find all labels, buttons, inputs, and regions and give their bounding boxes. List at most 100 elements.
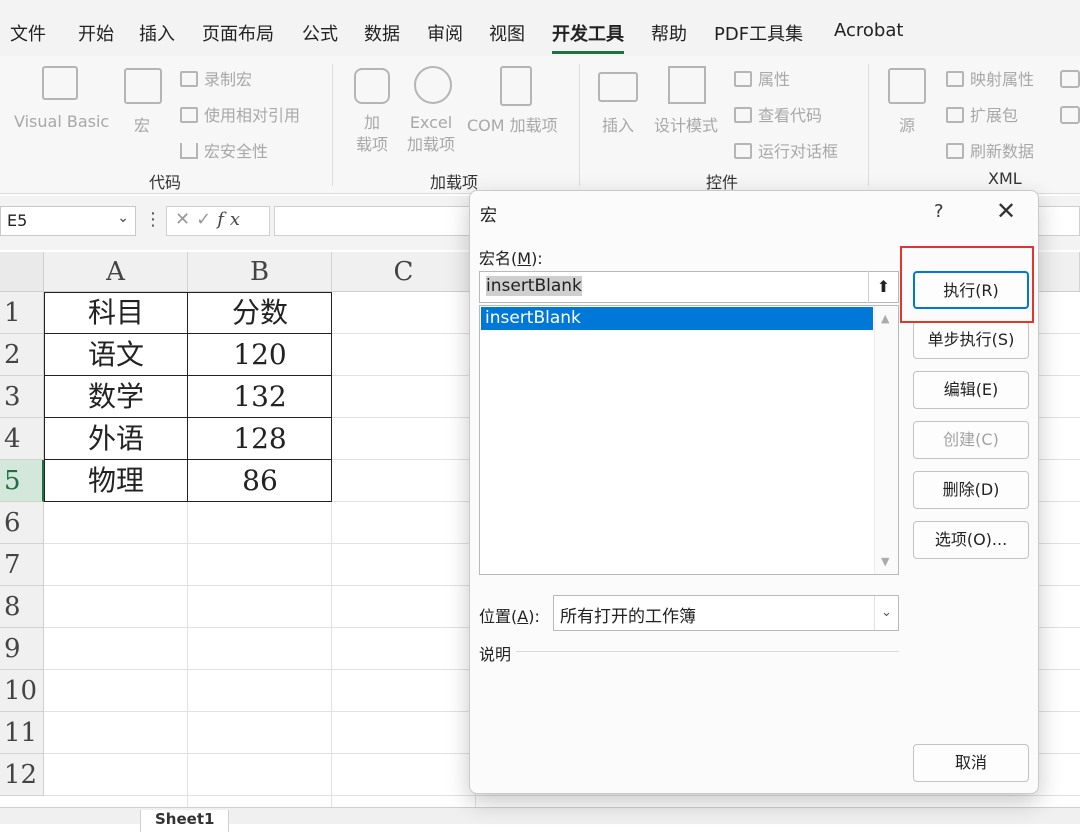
excel-addins-button[interactable]: Excel 加载项 [407,112,455,156]
menu-bar: 文件 开始 插入 页面布局 公式 数据 审阅 视图 开发工具 帮助 PDF工具集… [0,0,1080,56]
column-header-b[interactable]: B [188,252,332,292]
group-separator [868,64,869,186]
row-header[interactable]: 2 [0,334,44,376]
properties-button[interactable]: 属性 [734,66,790,90]
tab-data[interactable]: 数据 [364,20,400,46]
description-label: 说明 [479,645,512,664]
row-header[interactable]: 11 [0,712,44,754]
cell-a4[interactable]: 外语 [44,418,188,460]
cell-a2[interactable]: 语文 [44,334,188,376]
row-header[interactable]: 8 [0,586,44,628]
scroll-up-icon[interactable]: ▲ [881,312,889,325]
tab-page-layout[interactable]: 页面布局 [202,20,274,46]
cell-b5[interactable]: 86 [188,460,332,502]
row-header[interactable]: 10 [0,670,44,712]
cell-b1[interactable]: 分数 [188,292,332,334]
group-separator [579,64,580,186]
gear-icon [414,66,452,104]
addins-button[interactable]: 加载项 [356,112,388,156]
view-code-button[interactable]: 查看代码 [734,102,822,126]
column-header-c[interactable]: C [332,252,476,292]
record-macro-button[interactable]: 录制宏 [180,66,252,90]
run-dialog-button[interactable]: 运行对话框 [734,138,838,162]
check-icon[interactable]: ✓ [196,209,217,230]
refresh-data-button[interactable]: 刷新数据 [946,138,1034,162]
tab-pdf-tools[interactable]: PDF工具集 [714,20,803,46]
cancel-icon[interactable]: ✕ [175,209,196,230]
sheet-tab-sheet1[interactable]: Sheet1 [140,810,230,832]
tab-help[interactable]: 帮助 [651,20,687,46]
scroll-down-icon[interactable]: ▼ [881,555,889,568]
row-header[interactable]: 12 [0,754,44,796]
cell-a3[interactable]: 数学 [44,376,188,418]
relative-reference-button[interactable]: 使用相对引用 [180,102,300,126]
run-dialog-icon [734,143,752,159]
scrollbar[interactable]: ▲ ▼ [874,306,898,574]
xml-export-icon[interactable] [1060,106,1080,124]
macros-button[interactable]: 宏 [134,112,150,136]
com-addins-button[interactable]: COM 加载项 [467,112,558,136]
expansion-packs-button[interactable]: 扩展包 [946,102,1018,126]
row-header[interactable]: 4 [0,418,44,460]
xml-source-button[interactable]: 源 [899,112,915,136]
cell-a5[interactable]: 物理 [44,460,188,502]
tab-file[interactable]: 文件 [10,20,46,46]
macro-security-button[interactable]: 宏安全性 [180,138,268,162]
row-header[interactable]: 7 [0,544,44,586]
help-icon[interactable]: ? [934,201,944,222]
tab-view[interactable]: 视图 [489,20,525,46]
tab-insert[interactable]: 插入 [139,20,175,46]
chevron-down-icon[interactable]: ⌄ [874,596,898,630]
formula-controls: ✕✓fx [166,206,270,236]
options-button[interactable]: 选项(O)... [913,521,1029,559]
tab-developer[interactable]: 开发工具 [552,20,624,54]
upload-arrow-icon[interactable]: ⬆ [868,271,898,303]
list-item-selected[interactable]: insertBlank [481,307,873,330]
cancel-button[interactable]: 取消 [913,744,1029,782]
group-label-addins: 加载项 [430,173,479,192]
more-options-icon[interactable]: ⋮ [144,209,162,230]
row-header[interactable]: 3 [0,376,44,418]
visual-basic-icon [42,66,78,100]
cell-b3[interactable]: 132 [188,376,332,418]
tab-home[interactable]: 开始 [78,20,114,46]
design-mode-button[interactable]: 设计模式 [654,112,718,136]
macro-list[interactable]: insertBlank ▲ ▼ [479,305,899,575]
delete-button[interactable]: 删除(D) [913,471,1029,509]
visual-basic-button[interactable]: Visual Basic [14,112,109,131]
map-properties-button[interactable]: 映射属性 [946,66,1034,90]
cell-b2[interactable]: 120 [188,334,332,376]
refresh-icon [946,143,964,159]
addins-icon [354,68,390,104]
dialog-title: 宏 [480,206,497,226]
chevron-down-icon[interactable]: ⌄ [117,210,129,226]
edit-button[interactable]: 编辑(E) [913,371,1029,409]
macro-name-input[interactable]: insertBlank [479,271,899,303]
step-into-button[interactable]: 单步执行(S) [913,321,1029,359]
select-all-corner[interactable] [0,252,44,292]
properties-icon [734,71,752,87]
column-header-a[interactable]: A [44,252,188,292]
macros-icon [124,68,162,104]
row-header[interactable]: 9 [0,628,44,670]
toolbox-icon [598,72,638,102]
row-header[interactable]: 1 [0,292,44,334]
map-properties-icon [946,71,964,87]
insert-function-icon[interactable]: fx [217,209,246,230]
cell-a1[interactable]: 科目 [44,292,188,334]
row-header[interactable]: 6 [0,502,44,544]
cell-b4[interactable]: 128 [188,418,332,460]
tab-review[interactable]: 审阅 [427,20,463,46]
create-button[interactable]: 创建(C) [913,421,1029,459]
name-box[interactable]: E5 ⌄ [0,206,136,236]
design-mode-icon [668,66,706,104]
xml-import-icon[interactable] [1060,70,1080,88]
row-header-selected[interactable]: 5 [0,460,44,502]
location-select[interactable]: 所有打开的工作簿 ⌄ [553,595,899,631]
tab-acrobat[interactable]: Acrobat [834,20,903,41]
insert-control-button[interactable]: 插入 [602,112,634,136]
expansion-packs-icon [946,107,964,123]
close-icon[interactable]: ✕ [996,197,1016,225]
highlight-callout [900,246,1034,323]
tab-formulas[interactable]: 公式 [302,20,338,46]
